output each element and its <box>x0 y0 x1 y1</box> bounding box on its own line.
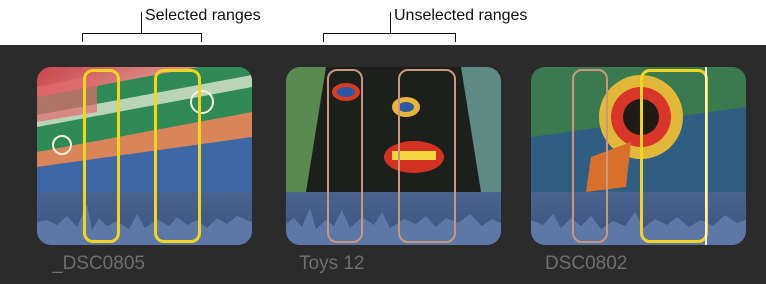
waveform-graphic <box>286 208 501 245</box>
toy-box-thumbnail <box>531 67 746 192</box>
selected-range[interactable] <box>154 69 201 243</box>
clip-dsc0802[interactable] <box>531 67 746 245</box>
unselected-callout-bracket-right <box>455 33 456 42</box>
unselected-callout-bracket-left <box>323 33 324 42</box>
audio-waveform <box>531 192 746 245</box>
selected-callout-bracket <box>82 33 202 34</box>
unselected-ranges-callout-label: Unselected ranges <box>394 7 528 24</box>
unselected-callout-bracket <box>323 33 456 34</box>
callout-annotations: Selected ranges Unselected ranges <box>0 0 766 45</box>
clip-dsc0805[interactable] <box>37 67 252 245</box>
clip-name: Toys 12 <box>299 253 365 274</box>
clip-thumbnail <box>531 67 746 192</box>
event-browser: _DSC0805 Toys 12 DSC0802 <box>0 45 766 284</box>
clip-thumbnail <box>286 67 501 192</box>
selected-range[interactable] <box>83 69 120 243</box>
selected-ranges-callout-label: Selected ranges <box>145 7 261 24</box>
clip-name: DSC0802 <box>545 253 628 274</box>
clip-toys-12[interactable] <box>286 67 501 245</box>
selected-callout-stem <box>141 12 142 33</box>
unselected-range[interactable] <box>327 69 363 243</box>
toy-face-thumbnail <box>286 67 501 192</box>
waveform-graphic <box>37 204 252 245</box>
unselected-range[interactable] <box>398 69 456 243</box>
skimmer-playhead[interactable] <box>705 67 707 245</box>
selected-callout-bracket-right <box>201 33 202 42</box>
selected-callout-bracket-left <box>82 33 83 42</box>
selected-range[interactable] <box>640 69 708 243</box>
unselected-range[interactable] <box>572 69 608 243</box>
clip-name: _DSC0805 <box>52 253 145 274</box>
audio-waveform <box>286 192 501 245</box>
board-game-thumbnail <box>37 67 252 192</box>
audio-waveform <box>37 192 252 245</box>
clip-thumbnail <box>37 67 252 192</box>
waveform-graphic <box>531 212 746 245</box>
unselected-callout-stem <box>390 12 391 33</box>
